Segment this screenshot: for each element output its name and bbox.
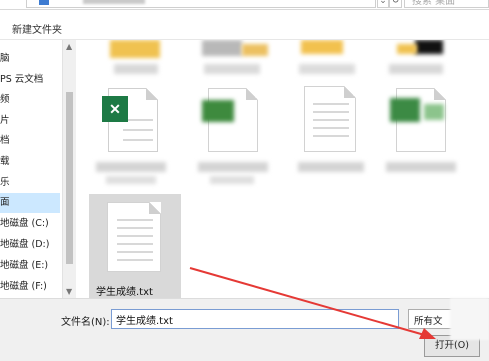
sidebar-item-drive-d[interactable]: 地磁盘 (D:) — [0, 235, 60, 255]
sidebar-item-label: 地磁盘 (D:) — [0, 239, 50, 250]
sidebar-item-label: 脑 — [0, 53, 10, 64]
sidebar-scrollbar[interactable]: ▲ ▼ — [62, 40, 76, 298]
excel-file-item[interactable]: ✕ — [96, 84, 176, 192]
breadcrumb[interactable] — [83, 0, 145, 4]
sidebar-item-wps-cloud[interactable]: PS 云文档 — [0, 70, 60, 90]
excel-x-icon: ✕ — [102, 96, 128, 122]
document-file-icon — [304, 86, 356, 152]
sidebar-item-label: PS 云文档 — [0, 74, 44, 85]
search-placeholder: 搜索 桌面 — [412, 0, 456, 7]
dialog-footer: 文件名(N): 所有文 打开(O) — [0, 298, 489, 361]
file-list-pane: ✕ 学生成绩.txt — [76, 40, 489, 298]
navigation-pane: 脑 PS 云文档 频 片 档 载 乐 面 地磁盘 (C:) 地磁盘 (D:) 地… — [0, 40, 62, 298]
file-item[interactable] — [379, 40, 459, 80]
filename-field[interactable] — [111, 309, 399, 329]
sidebar-item-label: 面 — [0, 197, 10, 208]
sidebar-item-label: 档 — [0, 135, 10, 146]
address-box[interactable] — [26, 0, 376, 8]
sidebar-item-label: 载 — [0, 156, 10, 167]
text-file-icon — [107, 202, 161, 272]
sidebar-item-label: 频 — [0, 94, 10, 105]
sidebar-item-drive-e[interactable]: 地磁盘 (E:) — [0, 256, 60, 276]
sidebar-item-drive-f[interactable]: 地磁盘 (F:) — [0, 277, 60, 297]
scroll-down-icon[interactable]: ▼ — [66, 287, 72, 296]
sidebar-item-pictures[interactable]: 片 — [0, 111, 60, 131]
sidebar-item-label: 片 — [0, 115, 10, 126]
sidebar-item-documents[interactable]: 档 — [0, 131, 60, 151]
new-folder-button[interactable]: 新建文件夹 — [12, 21, 62, 36]
refresh-button[interactable]: ↻ — [389, 0, 402, 8]
toolbar: 新建文件夹 — [0, 10, 489, 40]
sidebar-item-videos[interactable]: 频 — [0, 90, 60, 110]
document-file-item[interactable] — [294, 84, 374, 192]
address-dropdown-button[interactable]: ⌄ — [377, 0, 389, 8]
address-bar-strip: ⌄ ↻ 搜索 桌面 — [0, 0, 489, 10]
sidebar-item-desktop[interactable]: 面 — [0, 193, 60, 213]
blurred-region — [450, 298, 489, 340]
file-item[interactable] — [100, 40, 170, 80]
sidebar-item-downloads[interactable]: 载 — [0, 152, 60, 172]
spreadsheet-file-item[interactable] — [196, 84, 276, 192]
file-item[interactable] — [291, 40, 361, 80]
file-item[interactable] — [194, 40, 274, 80]
search-input[interactable]: 搜索 桌面 — [404, 0, 489, 8]
selected-file-name[interactable]: 学生成绩.txt — [96, 283, 153, 298]
scroll-up-icon[interactable]: ▲ — [66, 42, 72, 51]
filename-input[interactable] — [116, 312, 386, 327]
sidebar-item-label: 乐 — [0, 177, 10, 188]
spreadsheet-file-item-2[interactable] — [384, 84, 464, 192]
sidebar-item-music[interactable]: 乐 — [0, 173, 60, 193]
scrollbar-thumb[interactable] — [66, 92, 73, 264]
sidebar-item-drive-c[interactable]: 地磁盘 (C:) — [0, 214, 60, 234]
folder-icon — [39, 0, 49, 5]
sidebar-item-label: 地磁盘 (F:) — [0, 281, 47, 292]
filename-label: 文件名(N): — [61, 317, 110, 328]
sidebar-item-this-pc[interactable]: 脑 — [0, 49, 60, 69]
file-type-filter-label: 所有文 — [414, 316, 443, 327]
sidebar-item-label: 地磁盘 (E:) — [0, 260, 49, 271]
sidebar-item-label: 地磁盘 (C:) — [0, 218, 49, 229]
